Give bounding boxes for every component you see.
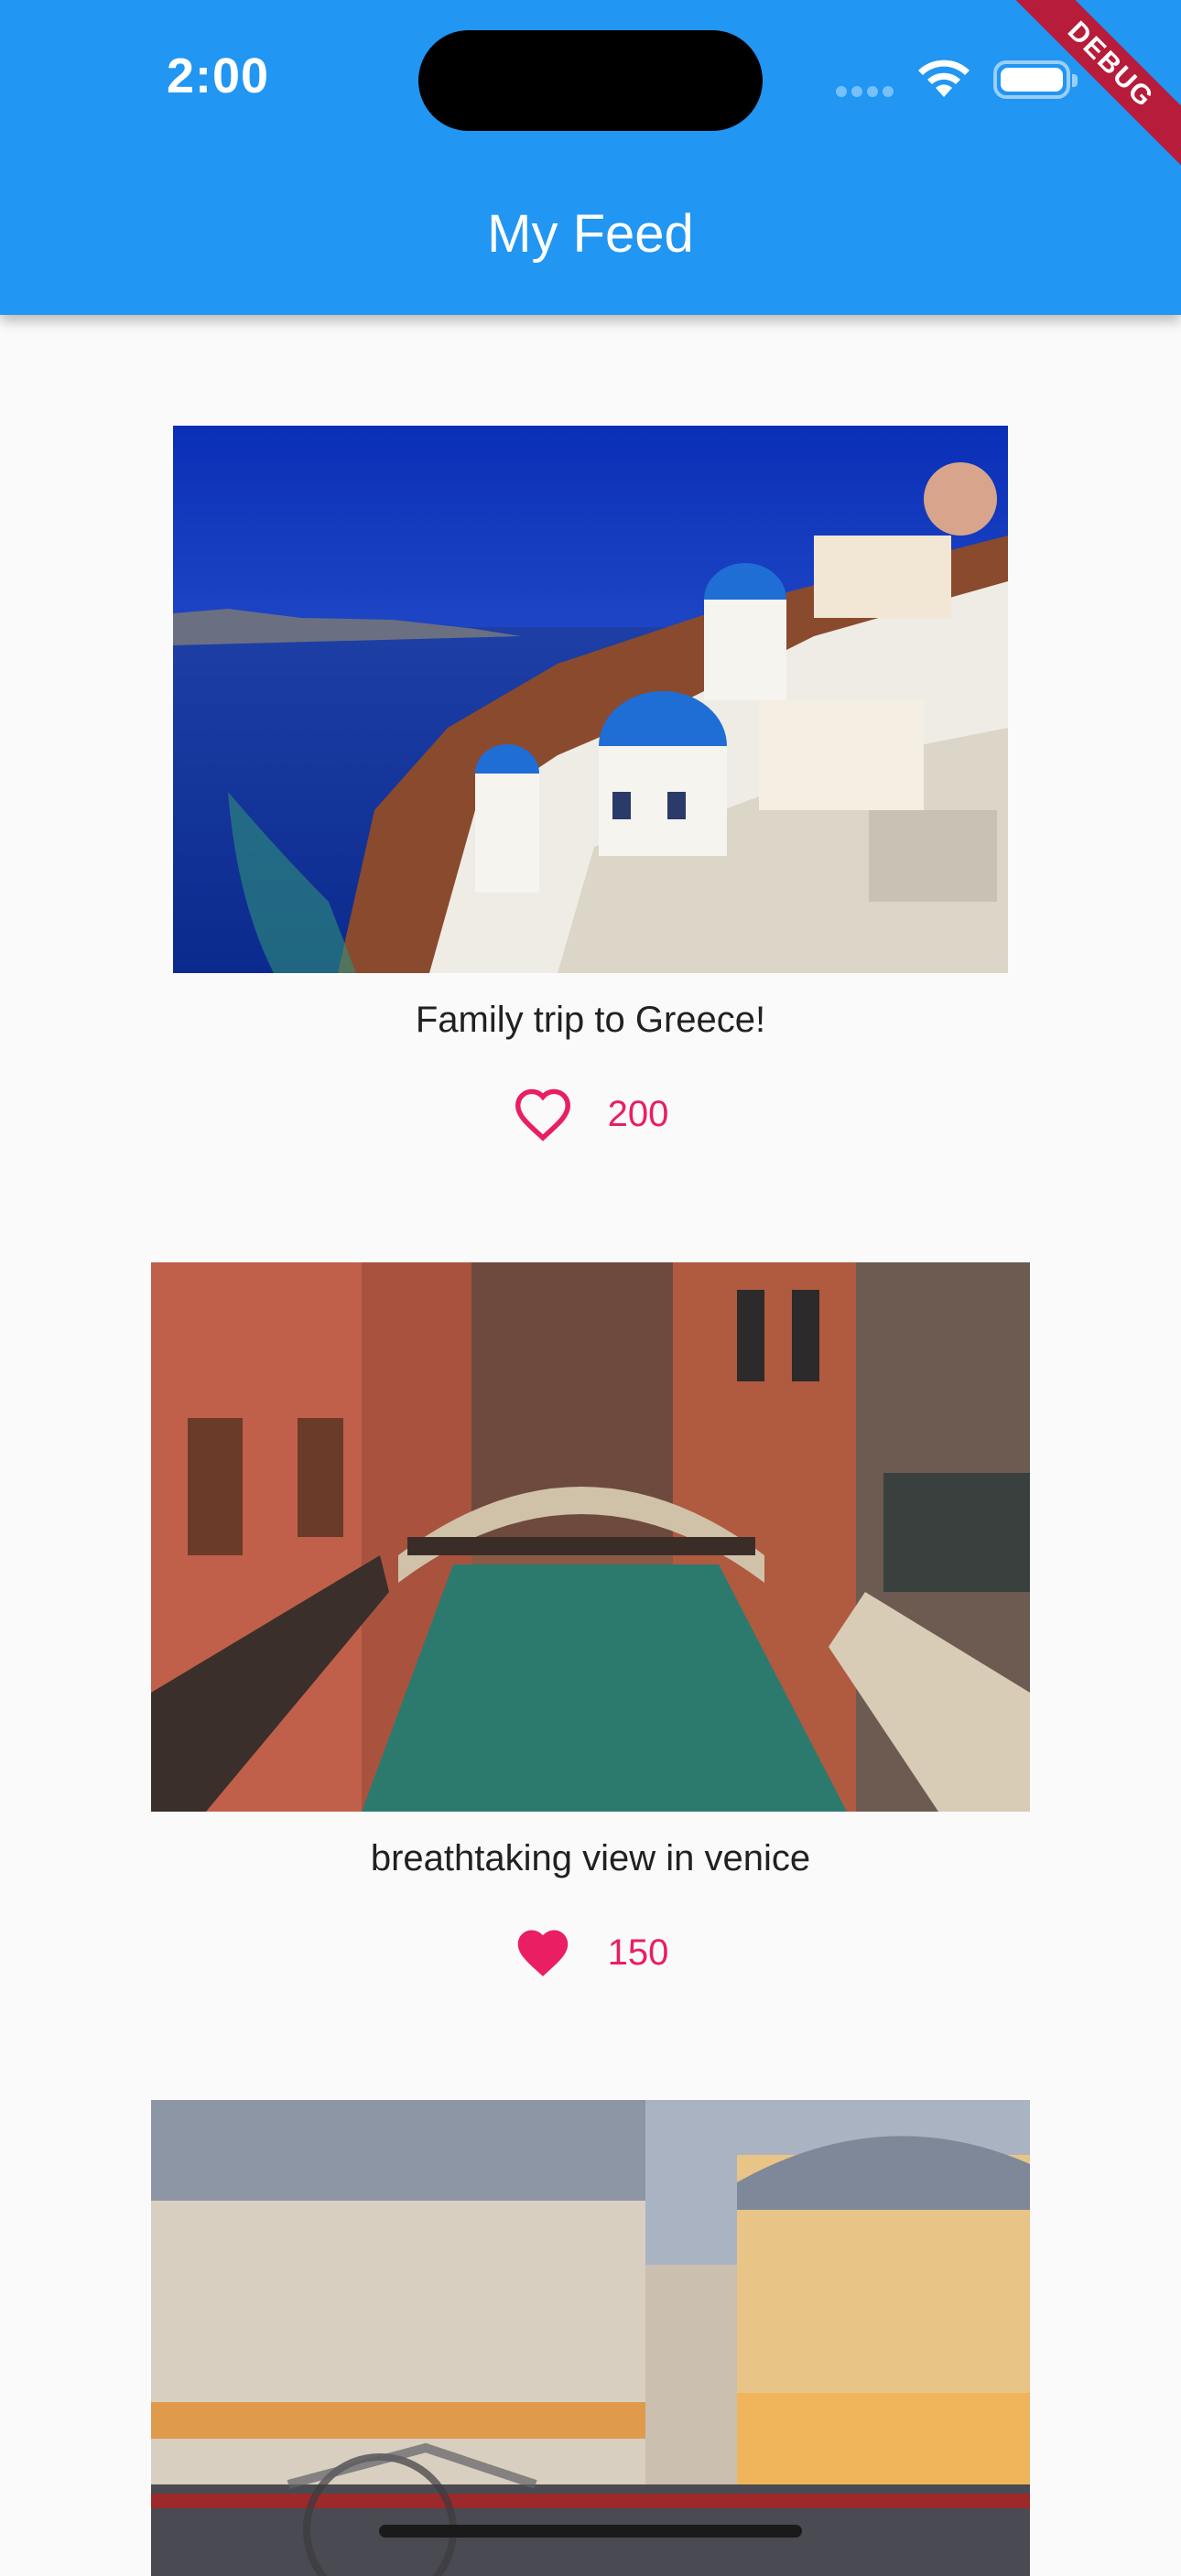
post-caption: breathtaking view in venice [370,1838,811,1878]
home-indicator[interactable] [379,2525,802,2538]
status-time: 2:00 [167,49,270,103]
battery-icon [993,60,1078,99]
wifi-icon [918,60,970,97]
venice-canal-photo [151,1262,1030,1812]
dynamic-island [418,30,763,131]
page-title: My Feed [487,204,694,264]
heart-outline-icon[interactable] [513,1087,573,1142]
paris-street-photo [151,2100,1030,2576]
post-caption: Family trip to Greece! [415,1000,766,1040]
cellular-signal-icon [836,85,900,98]
heart-filled-icon[interactable] [513,1925,573,1980]
like-count: 200 [607,1093,669,1134]
like-row: 200 [0,1082,1181,1146]
like-count: 150 [607,1932,669,1973]
app-bar: 2:00 My Feed DEBUG [0,0,1181,315]
like-row: 150 [0,1921,1181,1985]
santorini-photo [173,426,1008,973]
